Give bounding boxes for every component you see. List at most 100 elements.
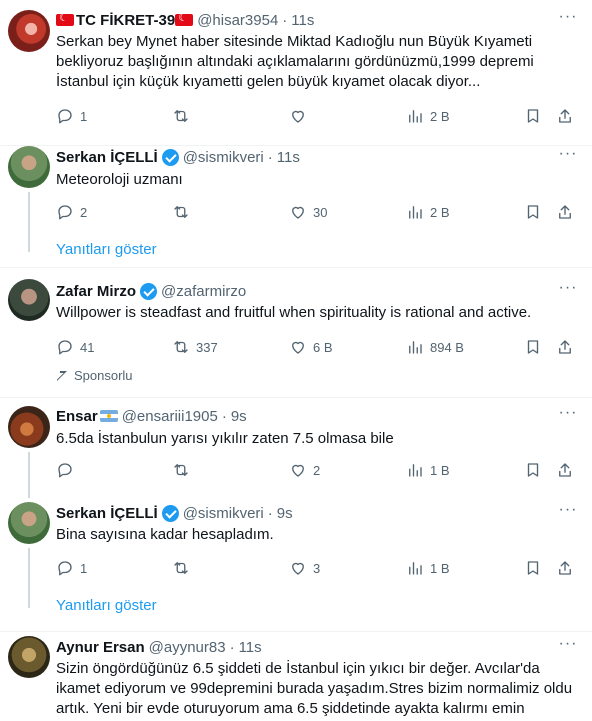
avatar[interactable] xyxy=(8,146,50,188)
bookmark-icon xyxy=(527,561,539,575)
handle[interactable]: @hisar3954 xyxy=(197,12,278,29)
like-count: 6 B xyxy=(313,339,333,355)
like-button[interactable]: 30 xyxy=(289,202,327,222)
reply-icon xyxy=(58,463,72,478)
avatar[interactable] xyxy=(8,502,50,544)
tweet-zafarmirzo-promoted[interactable]: Zafar Mirzo @zafarmirzo ··· Willpower is… xyxy=(0,268,592,398)
tweet-sismikveri-1[interactable]: Serkan İÇELLİ @sismikveri · 11s ··· Mete… xyxy=(0,146,592,268)
reply-count: 41 xyxy=(80,339,95,355)
handle[interactable]: @sismikveri xyxy=(183,505,264,522)
like-count: 2 xyxy=(313,462,321,478)
more-icon[interactable]: ··· xyxy=(558,405,578,426)
handle[interactable]: @ayynur83 xyxy=(149,639,226,656)
more-icon[interactable]: ··· xyxy=(558,636,578,657)
tweet-hisar3954[interactable]: TC FİKRET-39 @hisar3954 · 11s ··· Serkan… xyxy=(0,0,592,146)
retweet-button[interactable] xyxy=(172,558,196,578)
separator-dot: · xyxy=(267,148,273,166)
bookmark-icon xyxy=(527,205,539,219)
share-button[interactable] xyxy=(556,558,574,578)
share-button[interactable] xyxy=(556,106,574,126)
tweet-sismikveri-2[interactable]: Serkan İÇELLİ @sismikveri · 9s ··· Bina … xyxy=(0,498,592,632)
tweet-ensariii1905[interactable]: Ensar @ensariii1905 · 9s ··· 6.5da İstan… xyxy=(0,398,592,498)
handle[interactable]: @zafarmirzo xyxy=(161,283,246,300)
bookmark-button[interactable] xyxy=(524,460,542,480)
retweet-button[interactable]: 337 xyxy=(172,337,218,357)
tweet-actions: 1 2 B xyxy=(56,106,576,126)
share-button[interactable] xyxy=(556,460,574,480)
handle[interactable]: @ensariii1905 xyxy=(122,408,218,425)
views-button[interactable]: 2 B xyxy=(406,202,450,222)
display-name[interactable]: Serkan İÇELLİ xyxy=(56,505,158,522)
tweet-text: Meteoroloji uzmanı xyxy=(56,171,183,188)
like-button[interactable]: 6 B xyxy=(289,337,333,357)
retweet-icon xyxy=(174,562,188,574)
show-replies-link[interactable]: Yanıtları göster xyxy=(56,241,157,258)
reply-button[interactable]: 41 xyxy=(56,337,94,357)
reply-button[interactable]: 1 xyxy=(56,558,87,578)
reply-count: 1 xyxy=(80,560,88,576)
thread-line xyxy=(28,192,30,252)
turkey-flag-icon xyxy=(56,11,74,26)
views-button[interactable]: 1 B xyxy=(406,558,450,578)
retweet-icon xyxy=(174,464,188,476)
views-button[interactable]: 894 B xyxy=(406,337,464,357)
views-count: 2 B xyxy=(430,108,450,124)
timestamp[interactable]: 11s xyxy=(277,149,300,166)
show-replies-link[interactable]: Yanıtları göster xyxy=(56,597,157,614)
display-name[interactable]: Serkan İÇELLİ xyxy=(56,149,158,166)
bookmark-button[interactable] xyxy=(524,202,542,222)
like-icon xyxy=(292,206,304,219)
tweet-ayynur83[interactable]: Aynur Ersan @ayynur83 · 11s ··· Sizin ön… xyxy=(0,632,592,721)
timestamp[interactable]: 11s xyxy=(239,639,262,656)
avatar[interactable] xyxy=(8,636,50,678)
like-button[interactable] xyxy=(289,106,313,126)
timestamp[interactable]: 11s xyxy=(291,12,314,29)
separator-dot: · xyxy=(267,504,273,522)
views-button[interactable]: 1 B xyxy=(406,460,450,480)
like-button[interactable]: 3 xyxy=(289,558,320,578)
share-button[interactable] xyxy=(556,202,574,222)
bookmark-button[interactable] xyxy=(524,106,542,126)
avatar[interactable] xyxy=(8,279,50,321)
reply-count: 2 xyxy=(80,204,88,220)
reply-button[interactable]: 1 xyxy=(56,106,87,126)
reply-button[interactable]: 2 xyxy=(56,202,87,222)
more-icon[interactable]: ··· xyxy=(558,502,578,523)
display-name[interactable]: TC FİKRET-39 xyxy=(76,12,175,29)
avatar[interactable] xyxy=(8,406,50,448)
promoted-text: Sponsorlu xyxy=(74,368,133,383)
views-icon xyxy=(409,562,422,575)
like-button[interactable]: 2 xyxy=(289,460,320,480)
timestamp[interactable]: 9s xyxy=(231,408,247,425)
retweet-button[interactable] xyxy=(172,202,196,222)
more-icon[interactable]: ··· xyxy=(558,146,578,167)
more-icon[interactable]: ··· xyxy=(558,280,578,301)
handle[interactable]: @sismikveri xyxy=(183,149,264,166)
views-button[interactable]: 2 B xyxy=(406,106,450,126)
display-name[interactable]: Ensar xyxy=(56,408,98,425)
like-count: 30 xyxy=(313,204,328,220)
more-icon[interactable]: ··· xyxy=(558,9,578,30)
like-icon xyxy=(292,464,304,477)
timestamp[interactable]: 9s xyxy=(277,505,293,522)
separator-dot: · xyxy=(221,407,227,425)
display-name[interactable]: Aynur Ersan xyxy=(56,639,145,656)
display-name[interactable]: Zafar Mirzo xyxy=(56,283,136,300)
retweet-button[interactable] xyxy=(172,460,196,480)
retweet-button[interactable] xyxy=(172,106,196,126)
separator-dot: · xyxy=(229,638,235,656)
views-count: 1 B xyxy=(430,560,450,576)
avatar[interactable] xyxy=(8,10,50,52)
tweet-text: Bina sayısına kadar hesapladım. xyxy=(56,526,274,543)
tweet-text: 6.5da İstanbulun yarısı yıkılır zaten 7.… xyxy=(56,430,394,447)
bookmark-button[interactable] xyxy=(524,337,542,357)
tweet-actions: 2 30 2 B xyxy=(56,202,576,222)
reply-button[interactable] xyxy=(56,460,80,480)
retweet-count: 337 xyxy=(196,339,218,355)
bookmark-button[interactable] xyxy=(524,558,542,578)
tweet-text: Willpower is steadfast and fruitful when… xyxy=(56,304,532,321)
tweet-actions: 1 3 1 B xyxy=(56,558,576,578)
views-icon xyxy=(409,110,422,123)
retweet-icon xyxy=(174,206,188,218)
share-button[interactable] xyxy=(556,337,574,357)
